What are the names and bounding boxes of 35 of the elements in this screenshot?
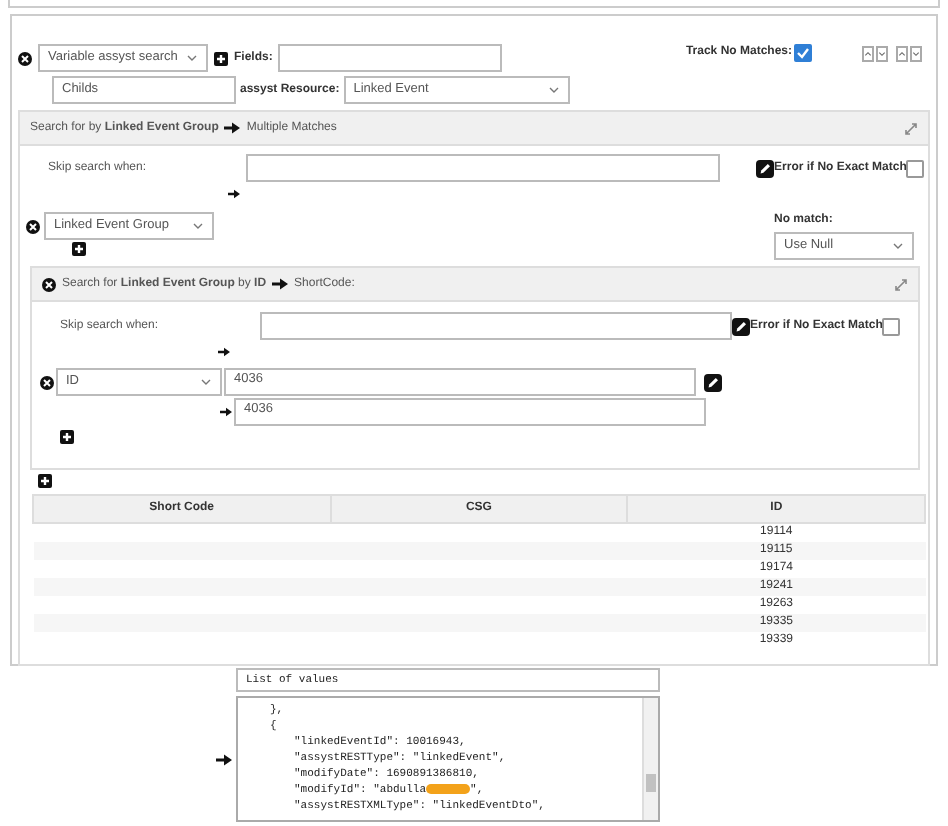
caret-icon [186,54,198,62]
add-icon[interactable] [214,51,228,65]
arrow-icon [224,120,241,136]
caret-icon [547,86,560,94]
move-up-button[interactable] [896,45,908,61]
move-down-button[interactable] [910,45,922,61]
sort-up-button[interactable] [862,45,874,61]
checkbox[interactable] [794,44,812,62]
pencil-icon[interactable] [704,373,722,391]
skip-input[interactable] [260,312,733,340]
pencil-icon[interactable] [732,317,751,335]
checkbox[interactable] [882,317,901,335]
arrow-icon [216,751,232,767]
expand-icon[interactable] [904,121,918,135]
remove-icon[interactable] [40,375,54,389]
caret-icon [200,378,212,386]
add-icon[interactable] [72,242,86,256]
add-icon[interactable] [60,430,74,444]
remove-icon[interactable] [42,277,56,291]
arrow-icon [218,346,230,358]
remove-icon[interactable] [26,219,40,233]
expand-icon[interactable] [894,277,908,291]
remove-icon[interactable] [18,51,32,65]
add-icon[interactable] [38,474,52,488]
caret-icon [192,222,204,230]
arrow-icon [228,188,240,200]
caret-icon [892,242,904,250]
arrow-icon [220,406,232,418]
skip-input[interactable] [246,154,721,182]
scrollbar[interactable] [642,698,658,820]
sort-down-button[interactable] [876,45,888,61]
arrow-icon [272,276,289,292]
fields-input[interactable] [278,44,503,72]
checkbox[interactable] [906,159,925,177]
pencil-icon[interactable] [756,159,775,177]
